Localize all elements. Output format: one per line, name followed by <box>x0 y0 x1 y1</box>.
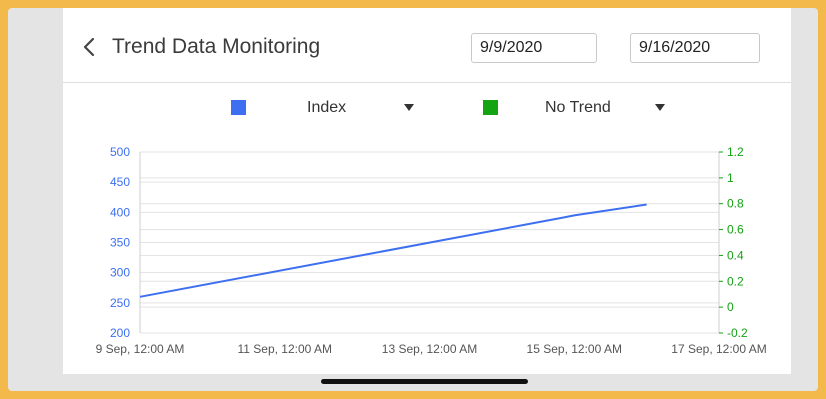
series-select-index[interactable]: Index <box>307 99 346 117</box>
x-tick-label: 17 Sep, 12:00 AM <box>671 342 766 356</box>
y-right-tick-label: 0.6 <box>727 223 744 237</box>
y-right-tick-label: 0.2 <box>727 274 744 288</box>
start-date-field[interactable] <box>471 33 597 63</box>
y-right-tick-label: 0 <box>727 300 734 314</box>
app-frame: Trend Data Monitoring Index No Trend 500… <box>8 8 818 391</box>
y-right-tick-label: 1.2 <box>727 145 744 159</box>
x-tick-label: 13 Sep, 12:00 AM <box>382 342 477 356</box>
y-right-tick-label: 1 <box>727 171 734 185</box>
back-arrow-icon[interactable] <box>80 36 98 58</box>
y-left-tick-label: 200 <box>110 326 130 340</box>
page-title: Trend Data Monitoring <box>112 35 321 58</box>
y-left-tick-label: 250 <box>110 296 130 310</box>
x-tick-label: 11 Sep, 12:00 AM <box>237 342 332 356</box>
trend-chart: 500 450 400 350 300 250 200 1.2 1 0.8 0.6 0.4 0.2 0 -0… <box>96 145 767 356</box>
chevron-down-icon[interactable] <box>404 104 414 111</box>
trend-card: Trend Data Monitoring Index No Trend 500… <box>63 8 791 374</box>
header-bar: Trend Data Monitoring <box>63 8 791 83</box>
y-right-tick-label: 0.4 <box>727 248 744 262</box>
y-left-tick-label: 300 <box>110 266 130 280</box>
series-select-no-trend[interactable]: No Trend <box>545 99 611 117</box>
chevron-down-icon[interactable] <box>655 104 665 111</box>
x-tick-label: 9 Sep, 12:00 AM <box>96 342 185 356</box>
home-indicator[interactable] <box>321 379 528 384</box>
y-right-tick-label: 0.8 <box>727 197 744 211</box>
y-left-tick-label: 350 <box>110 236 130 250</box>
x-tick-label: 15 Sep, 12:00 AM <box>527 342 622 356</box>
y-left-tick-label: 400 <box>110 205 130 219</box>
end-date-field[interactable] <box>630 33 760 63</box>
y-left-tick-label: 500 <box>110 145 130 159</box>
index-legend-swatch <box>231 100 246 115</box>
no-trend-legend-swatch <box>483 100 498 115</box>
index-series-line <box>139 203 647 298</box>
y-left-tick-label: 450 <box>110 175 130 189</box>
y-right-tick-label: -0.2 <box>727 326 748 340</box>
